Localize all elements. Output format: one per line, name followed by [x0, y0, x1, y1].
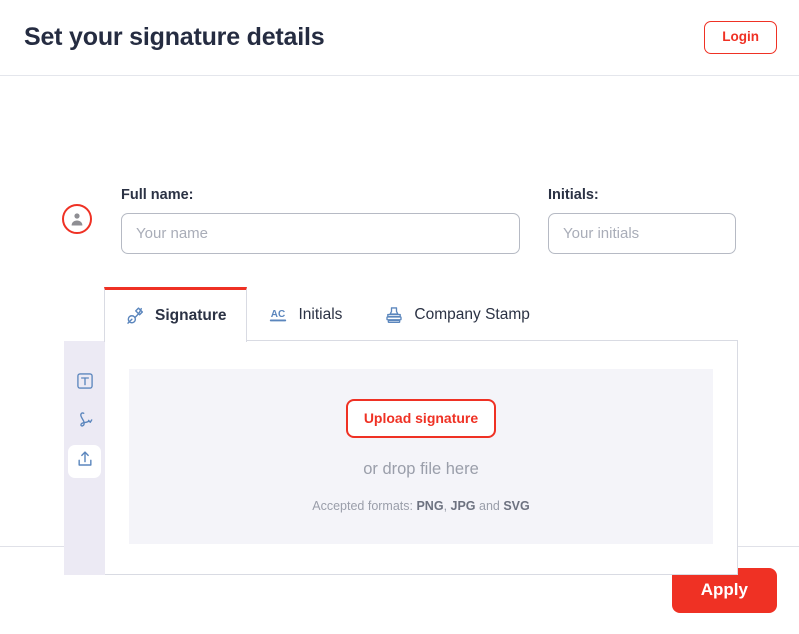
upload-icon	[75, 449, 95, 474]
drop-file-hint: or drop file here	[363, 460, 479, 479]
sidebar-item-upload[interactable]	[68, 445, 101, 478]
dialog-header: Set your signature details Login	[0, 0, 799, 76]
fullname-field-group: Full name:	[121, 187, 520, 254]
ac-initials-icon: AC	[267, 304, 289, 326]
signature-details-dialog: Set your signature details Login Full na…	[0, 0, 799, 634]
stamp-icon	[383, 304, 405, 326]
tab-company-stamp-label: Company Stamp	[414, 305, 530, 323]
svg-text:AC: AC	[271, 308, 285, 319]
fullname-label: Full name:	[121, 187, 194, 203]
sidebar-item-draw-signature[interactable]	[68, 406, 101, 439]
pen-nib-icon	[124, 305, 146, 327]
sidebar-item-type-text[interactable]	[68, 367, 101, 400]
formats-conjunction: and	[475, 499, 504, 514]
file-dropzone[interactable]: Upload signature or drop file here Accep…	[129, 369, 713, 544]
tab-signature-label: Signature	[155, 307, 227, 325]
draw-signature-icon	[74, 410, 96, 435]
accepted-formats-prefix: Accepted formats:	[312, 499, 417, 514]
format-svg: SVG	[503, 499, 530, 514]
user-avatar-icon	[62, 204, 92, 234]
upload-signature-button[interactable]: Upload signature	[345, 398, 497, 439]
tab-initials[interactable]: AC Initials	[247, 287, 363, 341]
signature-upload-panel: Upload signature or drop file here Accep…	[104, 340, 738, 575]
format-png: PNG	[416, 499, 444, 514]
initials-label: Initials:	[548, 187, 599, 203]
fullname-input[interactable]	[121, 212, 520, 254]
page-title: Set your signature details	[24, 23, 325, 51]
signature-tools-sidebar	[64, 341, 105, 575]
tab-company-stamp[interactable]: Company Stamp	[363, 287, 550, 341]
tab-initials-label: Initials	[298, 305, 343, 323]
format-jpg: JPG	[450, 499, 476, 514]
type-text-icon	[75, 371, 95, 396]
formats-separator: ,	[443, 499, 451, 514]
signature-type-tabs: Signature AC Initials Company Stamp	[104, 287, 738, 342]
initials-input[interactable]	[548, 212, 736, 254]
initials-field-group: Initials:	[548, 187, 736, 254]
dialog-body: Full name: Initials: Signature	[0, 76, 799, 575]
accepted-formats-text: Accepted formats: PNG, JPG and SVG	[312, 500, 530, 514]
login-button[interactable]: Login	[704, 21, 777, 54]
tab-signature[interactable]: Signature	[104, 287, 248, 342]
